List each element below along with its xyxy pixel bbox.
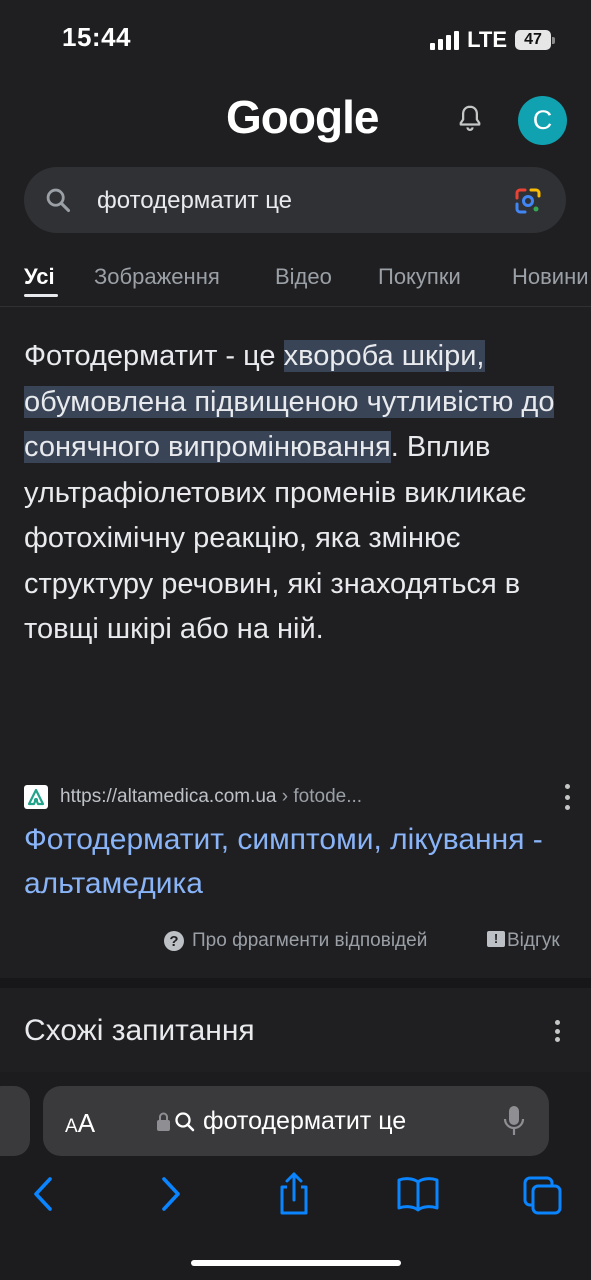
feedback-row: ? Про фрагменти відповідей ! Відгук (0, 925, 591, 957)
notifications-bell-icon[interactable] (455, 103, 485, 133)
search-icon (46, 188, 71, 213)
source-domain: https://altamedica.com.ua (60, 786, 277, 807)
help-icon: ? (164, 931, 184, 951)
tab-shopping[interactable]: Покупки (378, 264, 461, 290)
account-avatar[interactable]: C (518, 96, 567, 145)
feedback-icon: ! (487, 931, 505, 947)
home-indicator (191, 1260, 401, 1266)
forward-icon[interactable] (156, 1172, 186, 1216)
search-query[interactable]: фотодерматит це (97, 187, 292, 215)
snippet-body: . Вплив ультрафіолетових променів виклик… (24, 431, 527, 645)
status-indicators: LTE 47 (430, 27, 555, 53)
battery-level: 47 (524, 31, 542, 48)
address-text[interactable]: фотодерматит це (203, 1107, 406, 1136)
network-label: LTE (467, 27, 507, 52)
share-icon[interactable] (274, 1172, 314, 1216)
google-logo[interactable]: Google (226, 90, 379, 144)
feedback-link[interactable]: Відгук (507, 930, 560, 952)
browser-toolbar: AA фотодерматит це (0, 1072, 591, 1280)
search-tabs: Усі Зображення Відео Покупки Новини (0, 256, 591, 307)
status-time: 15:44 (62, 22, 131, 52)
tab-videos[interactable]: Відео (275, 264, 332, 290)
signal-icon (430, 30, 460, 50)
battery-icon: 47 (515, 30, 555, 50)
aa-small: A (65, 1116, 78, 1137)
google-header: Google (0, 90, 591, 150)
aa-big: A (77, 1108, 96, 1138)
reader-settings-button[interactable]: AA (65, 1108, 95, 1139)
search-box[interactable]: фотодерматит це (24, 167, 566, 233)
snippet-intro: Фотодерматит - це (24, 340, 284, 372)
source-url[interactable]: https://altamedica.com.ua › fotode... (60, 786, 362, 808)
about-snippets-link[interactable]: Про фрагменти відповідей (192, 930, 427, 952)
google-lens-icon[interactable] (513, 186, 543, 216)
bookmarks-icon[interactable] (396, 1172, 440, 1216)
tab-news[interactable]: Новини (512, 264, 589, 290)
tabs-overview-icon[interactable] (522, 1172, 564, 1216)
source-breadcrumb: › fotode... (276, 786, 363, 807)
tab-active-indicator (24, 294, 58, 297)
related-menu-icon[interactable] (553, 1020, 561, 1042)
microphone-icon[interactable] (501, 1104, 527, 1138)
status-bar: 15:44 LTE 47 (0, 0, 591, 80)
source-row: https://altamedica.com.ua › fotode... (24, 784, 571, 810)
result-menu-icon[interactable] (563, 784, 571, 810)
related-questions-title: Схожі запитання (24, 1014, 255, 1047)
address-bar[interactable]: AA фотодерматит це (43, 1086, 549, 1156)
tab-all[interactable]: Усі (24, 264, 55, 290)
featured-snippet: Фотодерматит - це хвороба шкіри, обумовл… (24, 334, 569, 653)
back-icon[interactable] (28, 1172, 58, 1216)
lock-icon (157, 1112, 195, 1132)
site-favicon-icon (24, 785, 48, 809)
previous-tab-preview[interactable] (0, 1086, 30, 1156)
section-divider (0, 978, 591, 988)
result-title-link[interactable]: Фотодерматит, симптоми, лікування - альт… (24, 818, 569, 906)
tab-images[interactable]: Зображення (94, 264, 220, 290)
